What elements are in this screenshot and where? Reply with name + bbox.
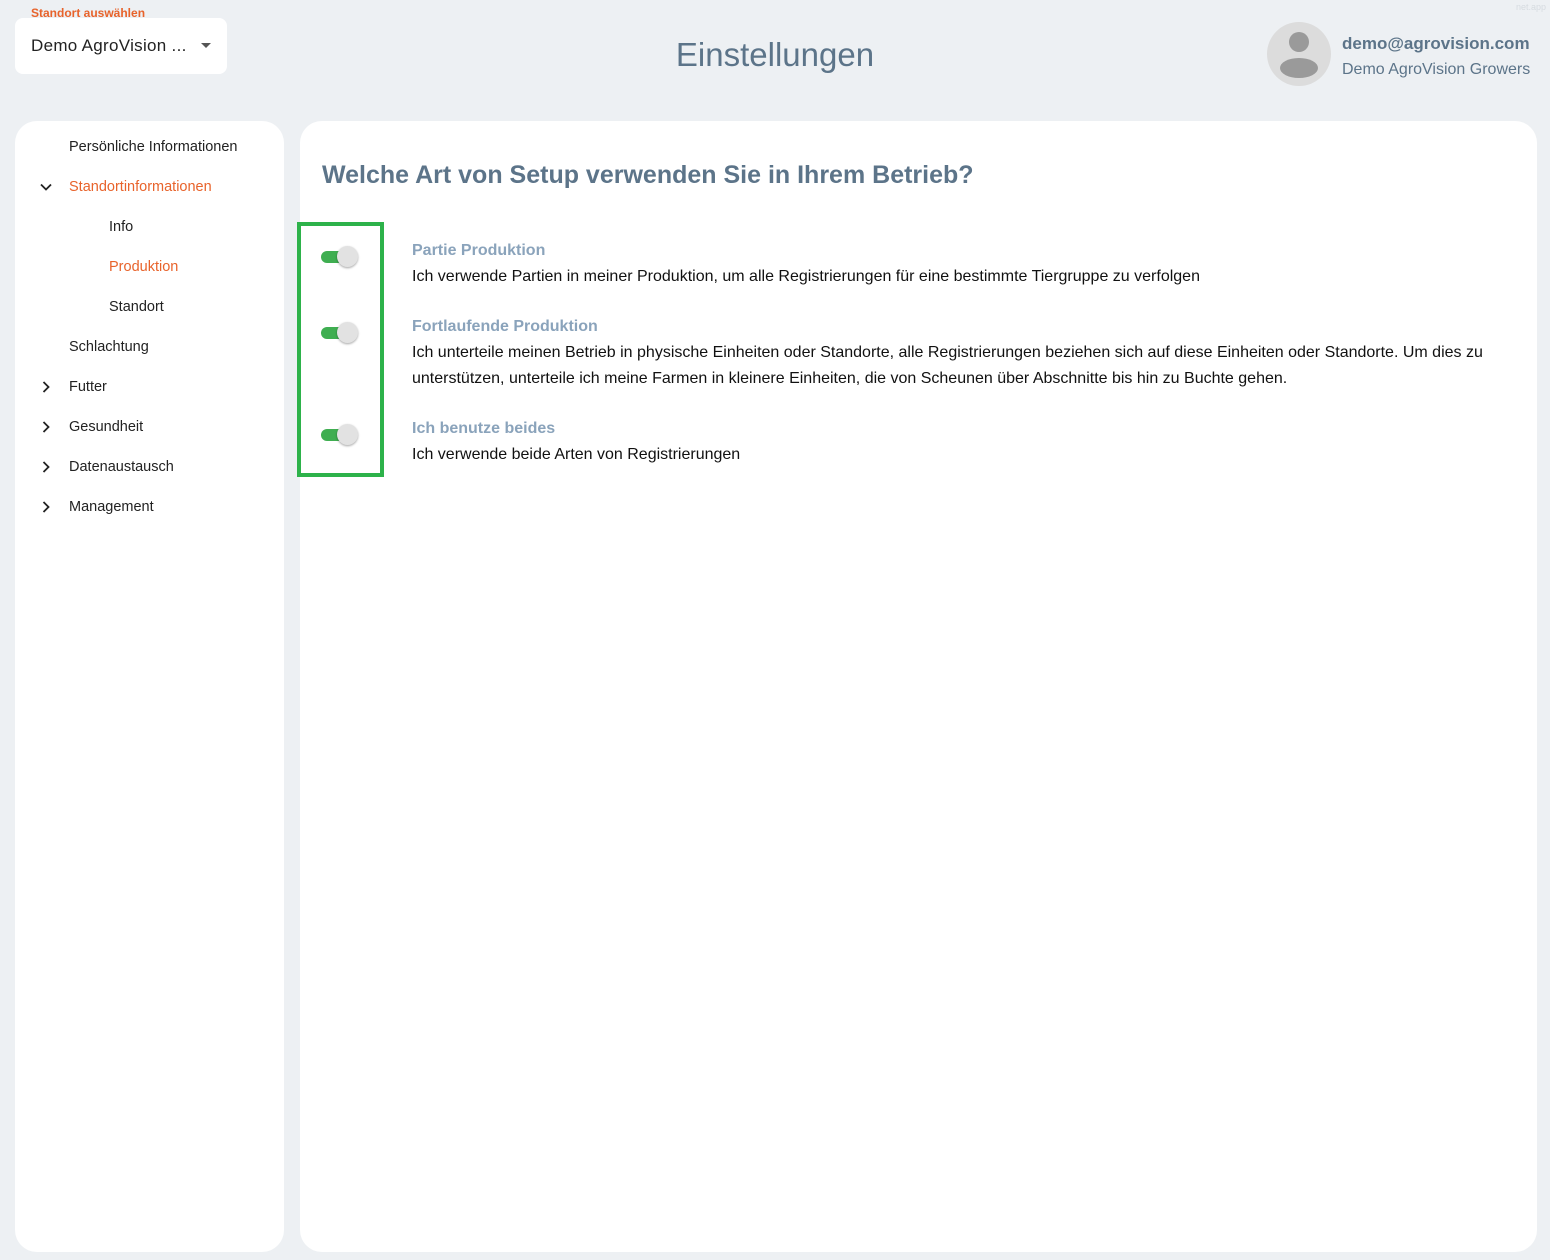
- toggle-batch-production[interactable]: [321, 245, 359, 267]
- chevron-right-icon[interactable]: [40, 367, 52, 407]
- sidebar-item-location-info[interactable]: Standortinformationen: [69, 167, 212, 207]
- sidebar-item-label: Datenaustausch: [69, 459, 174, 475]
- option-description-batch-production: Ich verwende Partien in meiner Produktio…: [412, 268, 1200, 285]
- sidebar-subitem-location[interactable]: Standort: [109, 287, 164, 327]
- user-email: demo@agrovision.com: [1342, 34, 1530, 53]
- sidebar-item-management[interactable]: Management: [69, 487, 154, 527]
- chevron-right-icon[interactable]: [40, 447, 52, 487]
- sidebar-item-data-exchange[interactable]: Datenaustausch: [69, 447, 174, 487]
- sidebar-item-label: Persönliche Informationen: [69, 139, 238, 155]
- chevron-right-icon[interactable]: [40, 487, 52, 527]
- option-title-both: Ich benutze beides: [412, 420, 556, 437]
- option-title-continuous-production: Fortlaufende Produktion: [412, 318, 598, 335]
- settings-sidebar: Persönliche Informationen Standortinform…: [15, 121, 284, 1252]
- user-avatar-icon[interactable]: [1267, 22, 1331, 86]
- sidebar-item-label: Futter: [69, 379, 107, 395]
- sidebar-item-label: Standortinformationen: [69, 179, 212, 195]
- sidebar-item-label: Gesundheit: [69, 419, 144, 435]
- sidebar-item-label: Info: [109, 219, 134, 235]
- settings-main-panel: Welche Art von Setup verwenden Sie in Ih…: [297, 121, 1537, 1252]
- sidebar-item-personal-info[interactable]: Persönliche Informationen: [69, 127, 237, 167]
- toggle-continuous-production[interactable]: [321, 321, 359, 343]
- location-select-label: Standort auswählen: [31, 6, 146, 20]
- sidebar-item-health[interactable]: Gesundheit: [69, 407, 143, 447]
- chevron-right-icon[interactable]: [40, 407, 52, 447]
- option-title-batch-production: Partie Produktion: [412, 242, 546, 259]
- option-description-both: Ich verwende beide Arten von Registrieru…: [412, 446, 741, 463]
- toggle-both[interactable]: [321, 423, 359, 445]
- sidebar-item-label: Produktion: [109, 259, 179, 275]
- toggle-knob: [337, 424, 358, 445]
- sidebar-item-feed[interactable]: Futter: [69, 367, 107, 407]
- sidebar-subitem-production[interactable]: Produktion: [109, 247, 178, 287]
- sidebar-subitem-info[interactable]: Info: [109, 207, 133, 247]
- sidebar-item-slaughter[interactable]: Schlachtung: [69, 327, 149, 367]
- setup-question: Welche Art von Setup verwenden Sie in Ih…: [322, 161, 974, 189]
- sidebar-item-label: Schlachtung: [69, 339, 149, 355]
- toggle-knob: [337, 322, 358, 343]
- user-organization: Demo AgroVision Growers: [1342, 61, 1531, 78]
- watermark: net.app: [1515, 2, 1546, 12]
- sidebar-item-label: Standort: [109, 299, 164, 315]
- option-description-continuous-production: Ich unterteile meinen Betrieb in physisc…: [412, 344, 1483, 387]
- toggle-knob: [337, 246, 358, 267]
- sidebar-item-label: Management: [69, 499, 154, 515]
- chevron-down-icon[interactable]: [40, 167, 52, 207]
